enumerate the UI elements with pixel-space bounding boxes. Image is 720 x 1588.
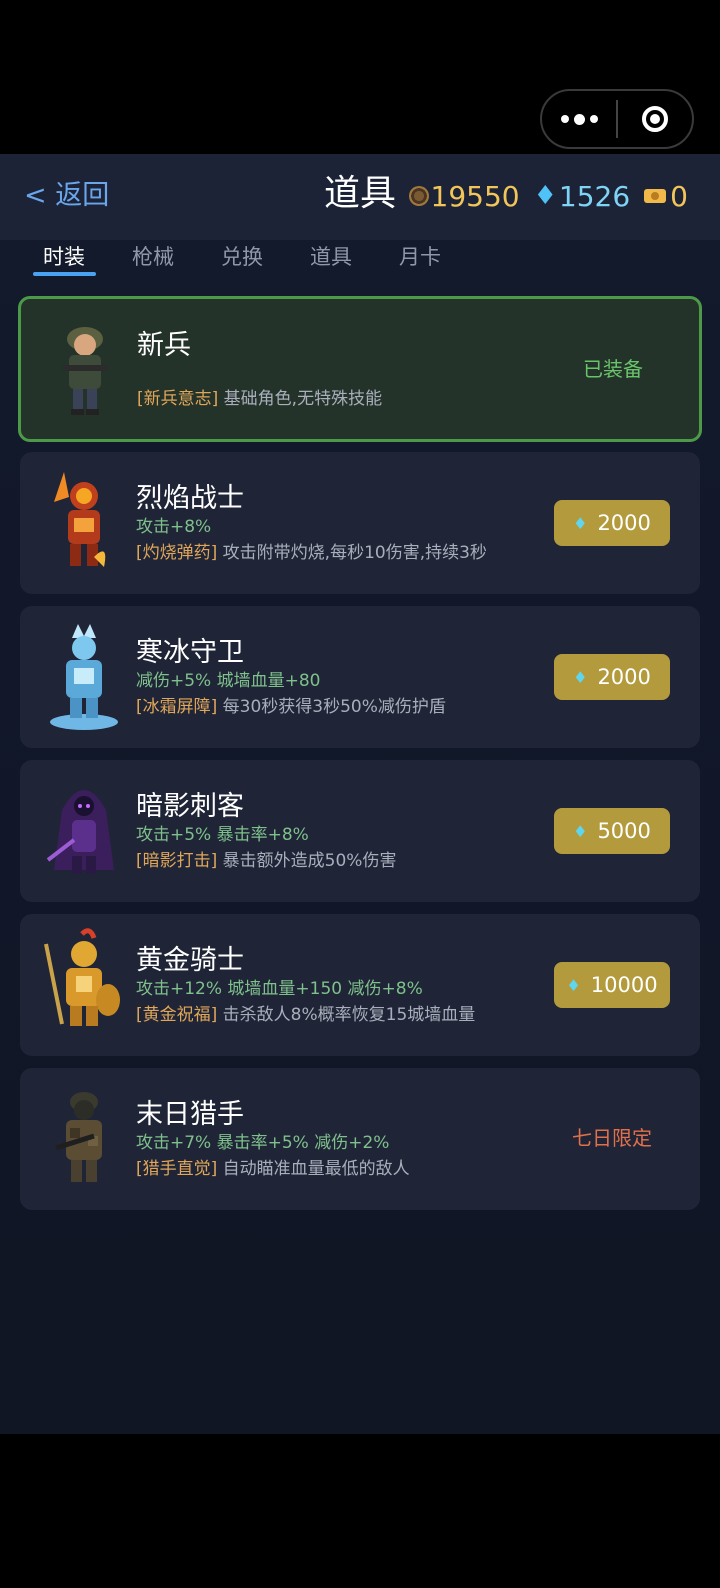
currency-bar: 19550 ♦ 1526 0	[408, 174, 688, 218]
tab-items[interactable]: 道具	[310, 240, 352, 274]
item-skill: [暗影打击] 暴击额外造成50%伤害	[136, 849, 396, 873]
close-mini-program-button[interactable]	[618, 91, 692, 147]
equipped-status: 已装备	[583, 357, 643, 381]
ticket-icon	[644, 189, 667, 203]
costume-card-golden-knight[interactable]: 黄金骑士 攻击+12% 城墙血量+150 减伤+8% [黄金祝福] 击杀敌人8%…	[20, 914, 700, 1056]
header-bar: < 返回 道具 19550 ♦ 1526 0	[0, 154, 720, 240]
buy-button[interactable]: ♦ 5000	[554, 808, 670, 854]
more-options-button[interactable]	[542, 91, 616, 147]
coin-balance: 19550	[408, 179, 520, 213]
skill-tag: [猎手直觉]	[136, 1159, 218, 1179]
active-tab-indicator	[33, 272, 96, 276]
price-value: 10000	[590, 973, 658, 997]
item-stats: 攻击+8%	[136, 517, 212, 537]
item-skill: [黄金祝福] 击杀敌人8%概率恢复15城墙血量	[136, 1003, 475, 1027]
buy-button[interactable]: ♦ 2000	[554, 500, 670, 546]
skill-tag: [黄金祝福]	[136, 1005, 218, 1025]
buy-button[interactable]: ♦ 2000	[554, 654, 670, 700]
ticket-amount: 0	[670, 179, 688, 213]
item-skill: [冰霜屏障] 每30秒获得3秒50%减伤护盾	[136, 695, 446, 719]
item-name: 末日猎手	[136, 1099, 244, 1130]
skill-description: 攻击附带灼烧,每秒10伤害,持续3秒	[222, 543, 487, 563]
diamond-icon: ♦	[533, 181, 557, 211]
shop-page: < 返回 道具 19550 ♦ 1526 0 时装 枪械 兑换 道具 月卡 新兵…	[0, 154, 720, 1434]
skill-tag: [冰霜屏障]	[136, 697, 218, 717]
item-name: 暗影刺客	[136, 791, 244, 822]
skill-description: 基础角色,无特殊技能	[223, 389, 383, 409]
item-stats: 攻击+5% 暴击率+8%	[136, 825, 309, 845]
tab-exchange[interactable]: 兑换	[221, 240, 263, 274]
costume-card-ice-guard[interactable]: 寒冰守卫 减伤+5% 城墙血量+80 [冰霜屏障] 每30秒获得3秒50%减伤护…	[20, 606, 700, 748]
skill-description: 击杀敌人8%概率恢复15城墙血量	[222, 1005, 476, 1025]
limited-time-status: 七日限定	[572, 1126, 652, 1150]
skill-tag: [灼烧弹药]	[136, 543, 218, 563]
ticket-balance: 0	[644, 180, 688, 213]
gem-amount: 1526	[558, 179, 631, 213]
more-dot-icon	[573, 113, 585, 125]
category-tabs: 时装 枪械 兑换 道具 月卡	[0, 240, 720, 292]
costume-card-flame-warrior[interactable]: 烈焰战士 攻击+8% [灼烧弹药] 攻击附带灼烧,每秒10伤害,持续3秒 ♦ 2…	[20, 452, 700, 594]
diamond-icon: ♦	[566, 975, 581, 995]
system-status-area	[0, 0, 720, 154]
coin-amount: 19550	[430, 179, 520, 213]
back-button[interactable]: < 返回	[24, 176, 109, 216]
item-name: 新兵	[137, 330, 191, 361]
tab-weapons[interactable]: 枪械	[132, 240, 174, 274]
price-value: 5000	[597, 819, 651, 843]
diamond-icon: ♦	[573, 513, 588, 533]
diamond-icon: ♦	[573, 667, 588, 687]
item-skill: [灼烧弹药] 攻击附带灼烧,每秒10伤害,持续3秒	[136, 541, 487, 565]
skill-tag: [新兵意志]	[137, 389, 219, 409]
golden-knight-avatar	[44, 928, 120, 1026]
soldier-recruit-avatar	[63, 327, 107, 415]
item-skill: [新兵意志] 基础角色,无特殊技能	[137, 387, 382, 411]
price-value: 2000	[597, 511, 651, 535]
buy-button[interactable]: ♦ 10000	[554, 962, 670, 1008]
skill-description: 自动瞄准血量最低的敌人	[222, 1159, 410, 1179]
flame-warrior-avatar	[54, 472, 106, 567]
skill-description: 每30秒获得3秒50%减伤护盾	[222, 697, 446, 717]
skill-description: 暴击额外造成50%伤害	[222, 851, 397, 871]
skill-tag: [暗影打击]	[136, 851, 218, 871]
doom-hunter-avatar	[55, 1092, 102, 1182]
costume-card-doom-hunter[interactable]: 末日猎手 攻击+7% 暴击率+5% 减伤+2% [猎手直觉] 自动瞄准血量最低的…	[20, 1068, 700, 1210]
costume-card-recruit[interactable]: 新兵 [新兵意志] 基础角色,无特殊技能 已装备	[18, 296, 702, 442]
tab-costume[interactable]: 时装	[43, 240, 85, 274]
ice-guard-avatar	[50, 624, 118, 730]
item-name: 寒冰守卫	[136, 637, 244, 668]
price-value: 2000	[597, 665, 651, 689]
item-skill: [猎手直觉] 自动瞄准血量最低的敌人	[136, 1157, 410, 1181]
mini-program-capsule	[540, 89, 694, 149]
item-stats: 攻击+7% 暴击率+5% 减伤+2%	[136, 1133, 390, 1153]
item-stats: 攻击+12% 城墙血量+150 减伤+8%	[136, 979, 423, 999]
more-dot-icon	[589, 115, 598, 123]
gem-balance: ♦ 1526	[534, 180, 631, 213]
target-close-icon	[642, 106, 668, 132]
coin-icon	[408, 186, 429, 206]
item-name: 烈焰战士	[136, 483, 244, 514]
tab-monthly-card[interactable]: 月卡	[399, 240, 441, 274]
more-dot-icon	[560, 115, 569, 123]
item-stats: 减伤+5% 城墙血量+80	[136, 671, 321, 691]
bottom-bar-area	[0, 1434, 720, 1588]
costume-card-shadow-assassin[interactable]: 暗影刺客 攻击+5% 暴击率+8% [暗影打击] 暴击额外造成50%伤害 ♦ 5…	[20, 760, 700, 902]
diamond-icon: ♦	[573, 821, 588, 841]
item-name: 黄金骑士	[136, 945, 244, 976]
shadow-assassin-avatar	[46, 790, 114, 874]
